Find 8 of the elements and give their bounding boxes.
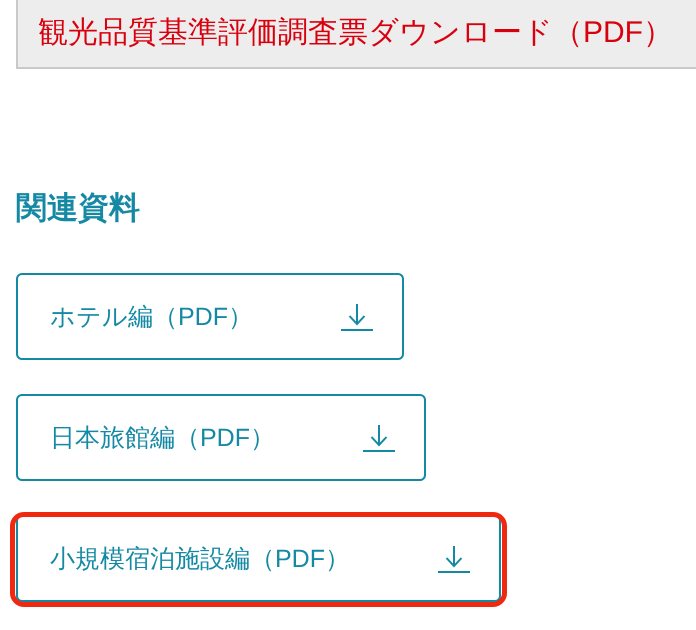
download-link[interactable]: ホテル編（PDF） (16, 273, 404, 360)
section-heading: 関連資料 (16, 189, 140, 227)
download-icon (438, 545, 470, 573)
download-link[interactable]: 小規模宿泊施設編（PDF） (16, 515, 501, 602)
download-icon (363, 424, 395, 452)
download-icon (341, 303, 373, 331)
page-heading: 観光品質基準評価調査票ダウンロード（PDF） (38, 16, 673, 49)
download-link[interactable]: 日本旅館編（PDF） (16, 394, 426, 481)
